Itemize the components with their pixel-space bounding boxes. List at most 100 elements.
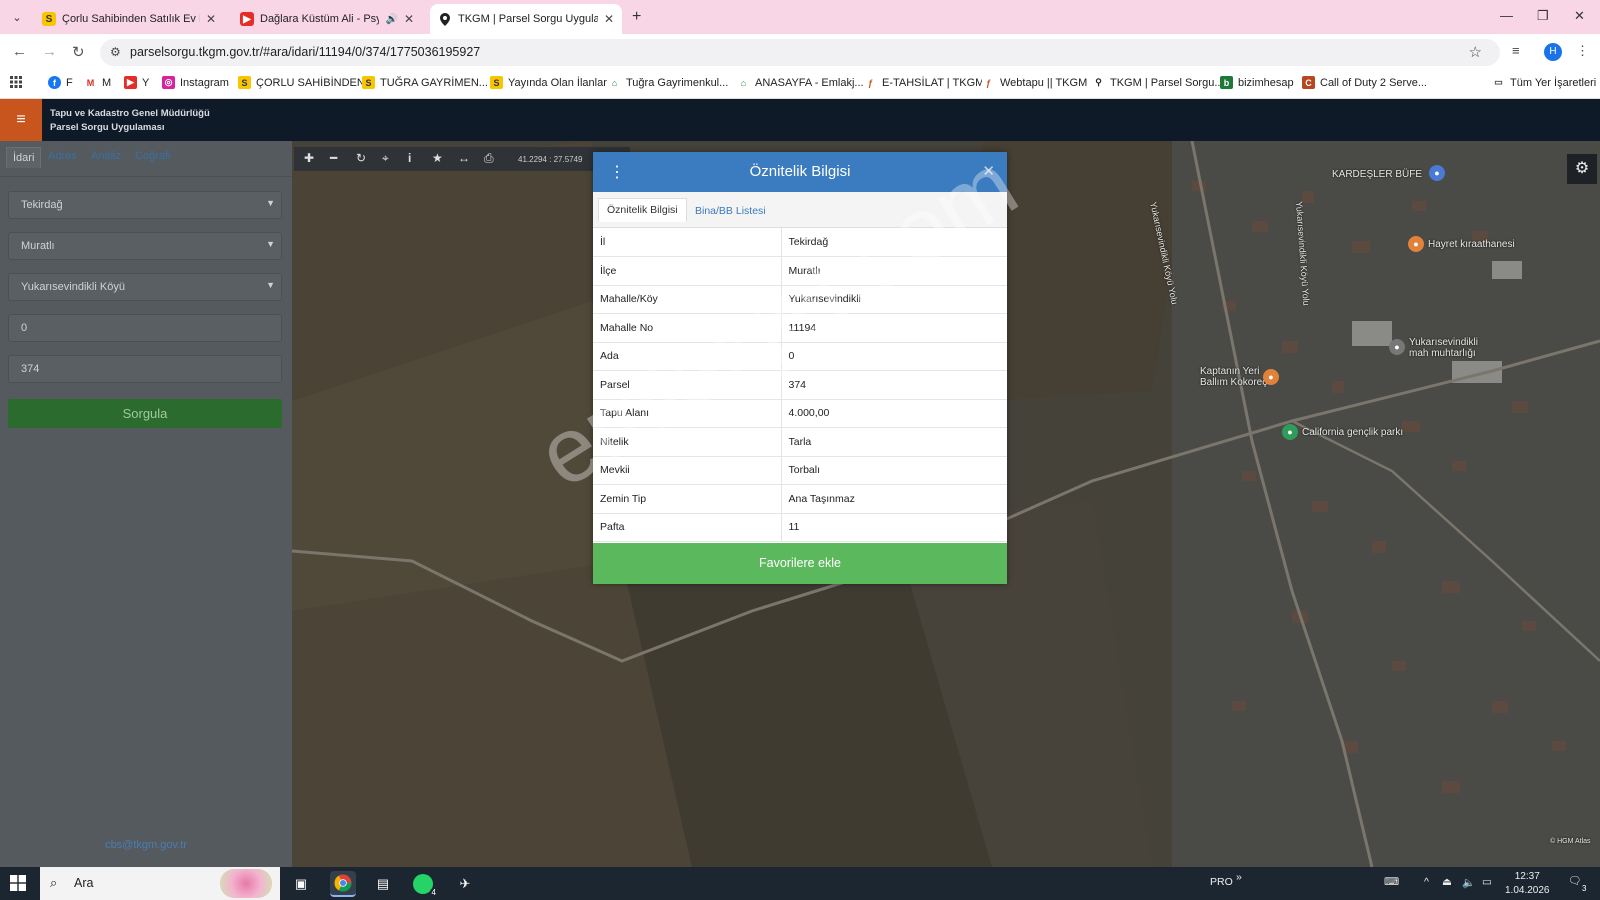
measure-icon[interactable]: ↔ bbox=[458, 151, 470, 165]
bookmark-etahsilat[interactable]: ƒ E-TAHSİLAT | TKGM bbox=[864, 76, 984, 89]
house-icon: ⌂ bbox=[737, 76, 750, 89]
volume-icon[interactable]: 🔈 bbox=[1462, 876, 1475, 889]
media-control-icon[interactable]: ≡ bbox=[1512, 43, 1520, 58]
bookmark-tugra[interactable]: S TUĞRA GAYRİMEN... bbox=[362, 76, 488, 89]
reload-icon[interactable]: ↻ bbox=[72, 43, 85, 61]
bookmark-tugra-gayrimenkul[interactable]: ⌂ Tuğra Gayrimenkul... bbox=[608, 76, 728, 89]
zoom-out-icon[interactable]: ━ bbox=[330, 151, 337, 165]
tray-overflow-icon[interactable]: ^ bbox=[1424, 876, 1429, 888]
bookmark-instagram[interactable]: ◎ Instagram bbox=[162, 76, 229, 89]
ilce-select[interactable]: Muratlı ▼ bbox=[8, 232, 282, 260]
browser-tab-tkgm[interactable]: TKGM | Parsel Sorgu Uygulama ✕ bbox=[430, 4, 622, 34]
usb-icon[interactable]: ⏏ bbox=[1442, 876, 1452, 888]
hamburger-menu-icon[interactable]: ≡ bbox=[0, 99, 42, 141]
clock-time: 12:37 bbox=[1514, 871, 1540, 882]
chevron-down-icon: ▼ bbox=[266, 198, 275, 208]
taskbar-search[interactable]: ⌕ Ara bbox=[40, 867, 280, 900]
refresh-icon[interactable]: ↻ bbox=[356, 151, 366, 165]
browser-menu-icon[interactable]: ⋮ bbox=[1576, 43, 1589, 59]
chrome-icon[interactable] bbox=[330, 871, 356, 897]
tab-analiz[interactable]: Analiz bbox=[91, 150, 121, 162]
search-highlight-flower-icon bbox=[220, 869, 272, 898]
mahalle-select[interactable]: Yukarısevindikli Köyü ▼ bbox=[8, 273, 282, 301]
zoom-in-icon[interactable]: ✚ bbox=[304, 151, 314, 165]
map-label-muhtarlik: Yukarısevindikli mah muhtarlığı bbox=[1409, 337, 1478, 359]
pinned-app-icon[interactable]: ✈ bbox=[452, 871, 478, 897]
favorite-star-icon[interactable]: ★ bbox=[432, 151, 443, 165]
all-bookmarks[interactable]: ▭ Tüm Yer İşaretleri bbox=[1492, 76, 1596, 89]
new-tab-plus-icon[interactable]: + bbox=[632, 8, 641, 26]
restaurant-pin-icon[interactable]: ● bbox=[1263, 369, 1279, 385]
tab-bina-listesi[interactable]: Bina/BB Listesi bbox=[687, 200, 774, 222]
park-pin-icon[interactable]: ● bbox=[1282, 424, 1298, 440]
add-to-favorites-button[interactable]: Favorilere ekle bbox=[593, 543, 1007, 584]
shop-pin-icon[interactable]: ● bbox=[1429, 165, 1445, 181]
bookmark-facebook[interactable]: fF bbox=[48, 76, 73, 89]
browser-tab-youtube[interactable]: ▶ Dağlara Küstüm Ali - Psych 🔊 ✕ bbox=[232, 4, 422, 34]
tab-search-chevron-icon[interactable]: ⌄ bbox=[8, 9, 26, 27]
minimize-icon[interactable]: — bbox=[1500, 8, 1513, 23]
forward-arrow-icon[interactable]: → bbox=[42, 43, 57, 60]
bookmark-yayinda[interactable]: S Yayında Olan İlanlar bbox=[490, 76, 607, 89]
tray-label[interactable]: PRO bbox=[1210, 876, 1233, 888]
system-clock[interactable]: 12:37 1.04.2026 bbox=[1505, 870, 1550, 898]
tab-close-icon[interactable]: ✕ bbox=[404, 12, 414, 26]
sorgula-button[interactable]: Sorgula bbox=[8, 399, 282, 428]
bookmark-corlu-sahibinden[interactable]: S ÇORLU SAHİBİNDEN bbox=[238, 76, 365, 89]
government-pin-icon[interactable]: ● bbox=[1389, 339, 1405, 355]
ada-input[interactable]: 0 bbox=[8, 314, 282, 342]
profile-avatar[interactable]: H bbox=[1544, 43, 1562, 61]
tray-chevron-icon[interactable]: » bbox=[1236, 871, 1242, 883]
table-row: Mevkii Torbalı bbox=[593, 456, 1007, 485]
print-icon[interactable]: ⎙ bbox=[484, 151, 494, 166]
window-close-icon[interactable]: ✕ bbox=[1574, 8, 1585, 24]
bookmark-anasayfa[interactable]: ⌂ ANASAYFA - Emlakj... bbox=[737, 76, 864, 89]
network-icon[interactable]: ▭ bbox=[1482, 876, 1492, 888]
url-text[interactable]: parselsorgu.tkgm.gov.tr/#ara/idari/11194… bbox=[130, 45, 480, 59]
keyboard-icon[interactable]: ⌨ bbox=[1384, 876, 1399, 888]
bookmark-cod2[interactable]: C Call of Duty 2 Serve... bbox=[1302, 76, 1427, 89]
restore-icon[interactable]: ❐ bbox=[1537, 8, 1549, 24]
tab-title: TKGM | Parsel Sorgu Uygulama bbox=[458, 13, 598, 25]
folder-icon: ▭ bbox=[1492, 76, 1505, 89]
bookmark-star-icon[interactable]: ☆ bbox=[1469, 43, 1482, 61]
close-icon[interactable]: ✕ bbox=[982, 162, 995, 180]
bookmark-tkgm-parsel[interactable]: ⚲ TKGM | Parsel Sorgu... bbox=[1092, 76, 1224, 89]
info-icon[interactable]: i bbox=[408, 151, 411, 165]
il-select[interactable]: Tekirdağ ▼ bbox=[8, 191, 282, 219]
tab-cografi[interactable]: Coğrafi bbox=[135, 150, 170, 162]
table-row: Mahalle No 11194 bbox=[593, 313, 1007, 343]
parsel-input[interactable]: 374 bbox=[8, 355, 282, 383]
map-settings-gear-icon[interactable]: ⚙ bbox=[1567, 154, 1597, 184]
tab-adres[interactable]: Adres bbox=[48, 150, 77, 162]
locate-icon[interactable]: ⌖ bbox=[382, 151, 389, 166]
tab-close-icon[interactable]: ✕ bbox=[604, 12, 614, 26]
bookmark-youtube[interactable]: ▶ Y bbox=[124, 76, 149, 89]
search-input[interactable]: Ara bbox=[74, 876, 93, 890]
bookmark-bizimhesap[interactable]: b bizimhesap bbox=[1220, 76, 1294, 89]
attr-key: Ada bbox=[593, 342, 782, 371]
bookmark-gmail[interactable]: MM bbox=[84, 76, 111, 89]
tab-oznitelik[interactable]: Öznitelik Bilgisi bbox=[598, 198, 687, 222]
app-window-icon[interactable]: ▤ bbox=[370, 871, 396, 897]
house-icon: ⌂ bbox=[608, 76, 621, 89]
map-label-line: mah muhtarlığı bbox=[1409, 348, 1476, 359]
bookmark-label: Call of Duty 2 Serve... bbox=[1320, 76, 1427, 89]
cafe-pin-icon[interactable]: ● bbox=[1408, 236, 1424, 252]
dialog-title: Öznitelik Bilgisi bbox=[749, 163, 851, 180]
dialog-tabs: Öznitelik Bilgisi Bina/BB Listesi bbox=[593, 192, 1007, 228]
map-pin-favicon-icon bbox=[438, 12, 452, 26]
task-view-icon[interactable]: ▣ bbox=[288, 871, 314, 897]
omnibox[interactable]: ⚙ parselsorgu.tkgm.gov.tr/#ara/idari/111… bbox=[100, 39, 1500, 66]
back-arrow-icon[interactable]: ← bbox=[12, 43, 27, 60]
tab-idari[interactable]: İdari bbox=[6, 147, 42, 168]
bookmark-webtapu[interactable]: ƒ Webtapu || TKGM bbox=[982, 76, 1087, 89]
browser-tab-corlu[interactable]: S Çorlu Sahibinden Satılık Ev Fiya ✕ bbox=[34, 4, 224, 34]
whatsapp-icon[interactable]: 4 bbox=[410, 871, 438, 897]
site-settings-icon[interactable]: ⚙ bbox=[110, 45, 121, 59]
speaker-icon[interactable]: 🔊 bbox=[385, 14, 397, 25]
tab-close-icon[interactable]: ✕ bbox=[206, 12, 216, 26]
apps-grid-icon[interactable] bbox=[10, 76, 22, 88]
windows-start-icon[interactable] bbox=[10, 875, 26, 891]
contact-email-link[interactable]: cbs@tkgm.gov.tr bbox=[0, 839, 292, 851]
